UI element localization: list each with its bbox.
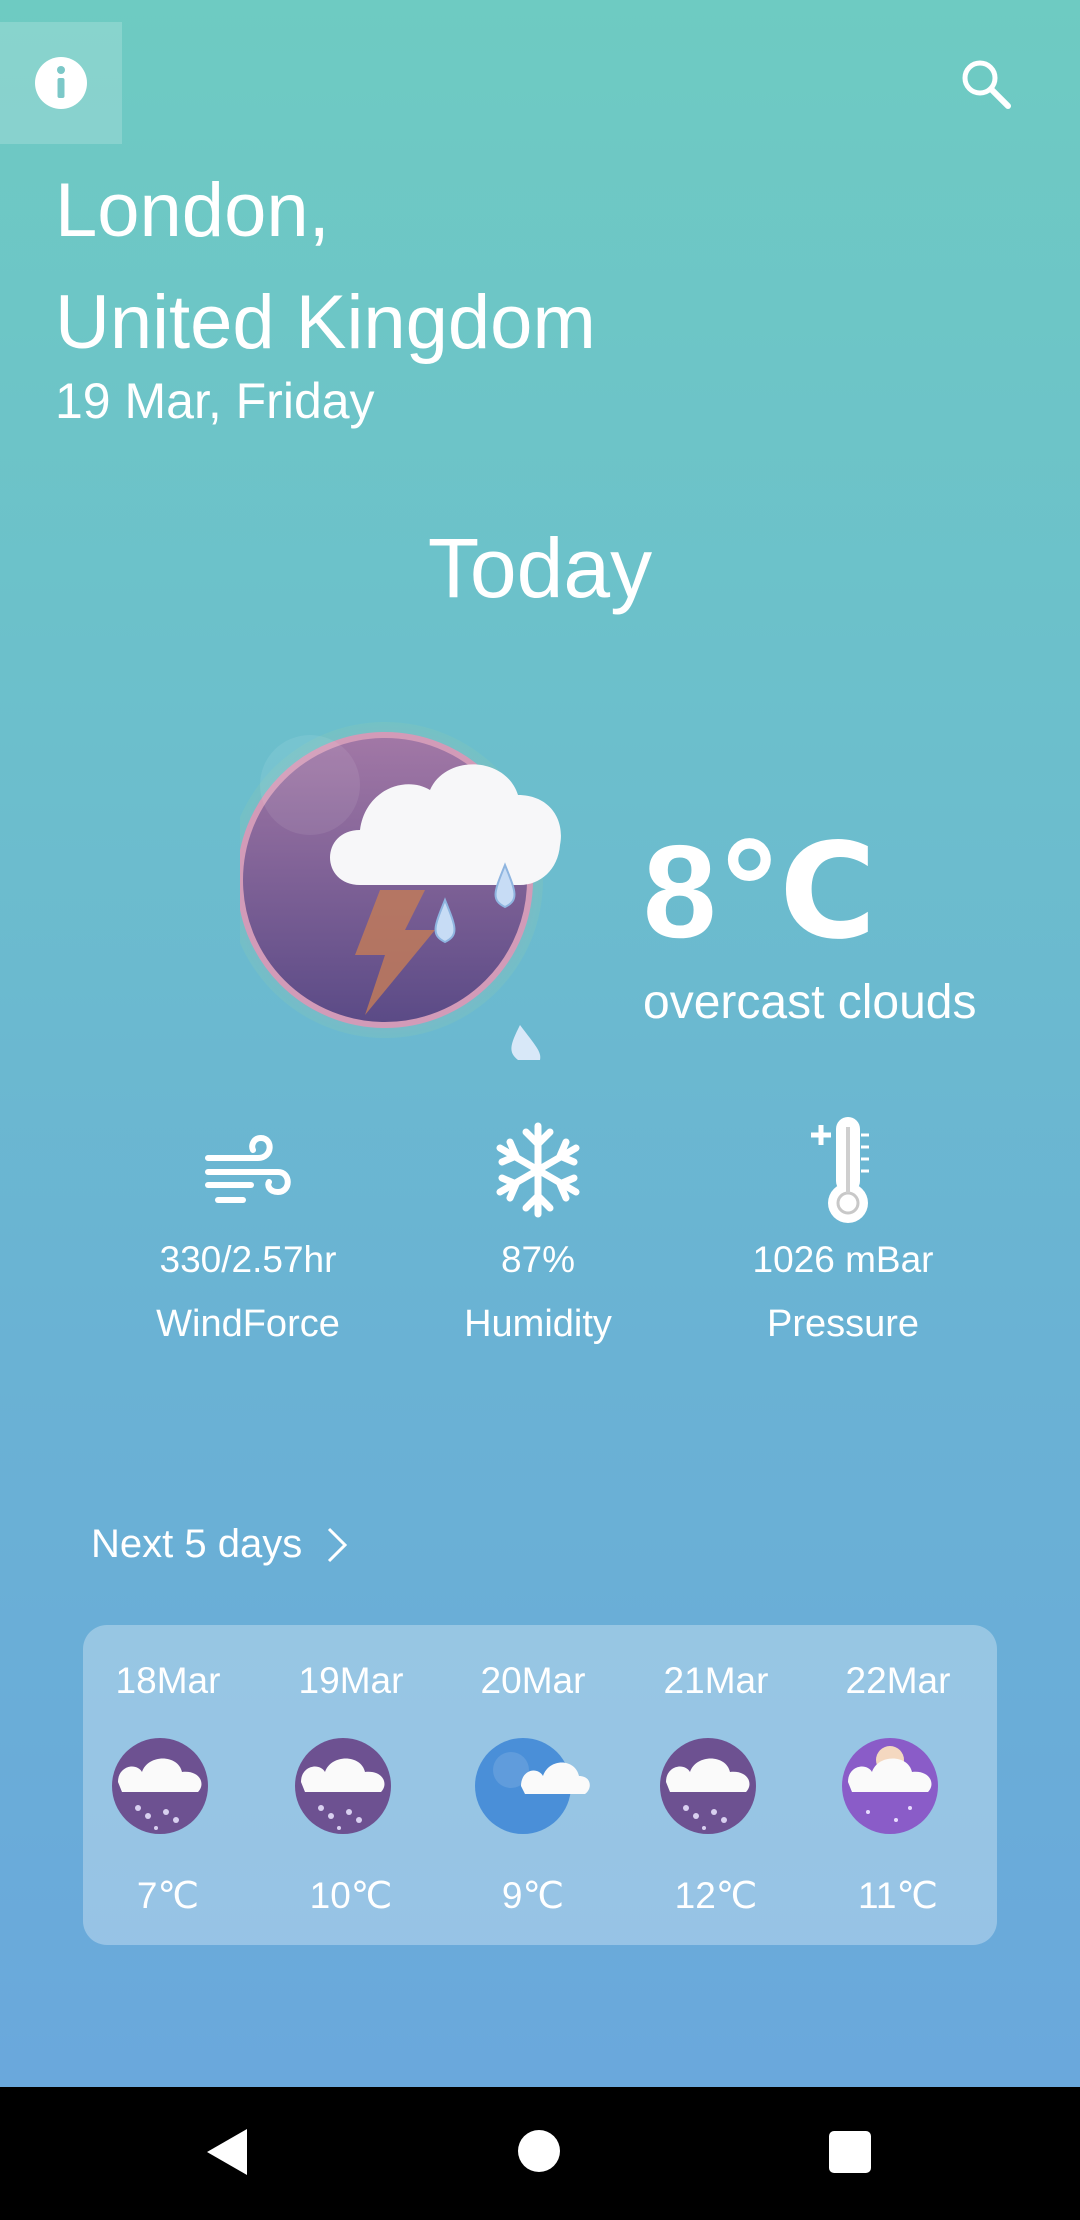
recents-icon[interactable]: [829, 2131, 871, 2173]
windforce-label: WindForce: [156, 1303, 340, 1345]
forecast-date: 20Mar: [480, 1660, 586, 1701]
next-5-days-link[interactable]: Next 5 days: [91, 1522, 348, 1567]
forecast-day[interactable]: 22Mar 11℃: [818, 1625, 978, 1917]
forecast-date: 18Mar: [115, 1660, 221, 1701]
forecast-day[interactable]: 19Mar 10℃: [271, 1625, 431, 1917]
forecast-date: 19Mar: [298, 1660, 404, 1701]
humidity-value: 87%: [500, 1239, 576, 1280]
forecast-temp: 9℃: [501, 1875, 565, 1916]
forecast-panel: 18Mar 7℃ 19Mar 10℃ 20Mar 9℃ 21Mar 12℃ 22…: [83, 1625, 997, 1945]
forecast-temp: 11℃: [858, 1875, 938, 1916]
chevron-right-icon: [328, 1527, 348, 1562]
thermometer-icon: [811, 1117, 869, 1223]
next-5-days-label: Next 5 days: [91, 1522, 303, 1566]
forecast-day[interactable]: 18Mar 7℃: [88, 1625, 248, 1917]
pressure-value: 1026 mBar: [752, 1239, 934, 1280]
forecast-day[interactable]: 20Mar 9℃: [453, 1625, 613, 1917]
thunder-rain-cloud-icon: [227, 680, 580, 1060]
forecast-temp: 7℃: [136, 1875, 200, 1916]
rain-cloud-icon: [660, 1738, 756, 1834]
snowflake-icon: [496, 1122, 580, 1218]
current-temperature: 8℃: [643, 818, 877, 965]
forecast-temp: 10℃: [309, 1875, 393, 1916]
location-city: London,: [55, 168, 330, 253]
search-icon: [962, 60, 1011, 109]
weather-screen: London, United Kingdom 19 Mar, Friday To…: [0, 0, 1080, 2087]
forecast-date: 21Mar: [663, 1660, 769, 1701]
search-button[interactable]: [952, 50, 1020, 118]
rain-cloud-icon: [295, 1738, 391, 1834]
stat-humidity: 87% Humidity: [408, 1115, 668, 1346]
location-country: United Kingdom: [55, 280, 596, 365]
stat-windforce: 330/2.57hr WindForce: [118, 1115, 378, 1346]
today-heading: Today: [427, 521, 653, 615]
info-button[interactable]: [0, 22, 122, 144]
stat-pressure: 1026 mBar Pressure: [713, 1115, 973, 1346]
system-nav-bar: [0, 2087, 1080, 2220]
cloud-icon: [475, 1738, 590, 1834]
info-icon: [35, 57, 87, 109]
forecast-day[interactable]: 21Mar 12℃: [636, 1625, 796, 1917]
back-icon[interactable]: [205, 2127, 249, 2177]
forecast-temp: 12℃: [674, 1875, 758, 1916]
rain-cloud-icon: [112, 1738, 208, 1834]
forecast-date: 22Mar: [845, 1660, 951, 1701]
windforce-value: 330/2.57hr: [159, 1239, 337, 1280]
location-title: London, United Kingdom: [55, 155, 596, 379]
wind-icon: [205, 1134, 291, 1203]
humidity-label: Humidity: [464, 1303, 612, 1345]
current-condition: overcast clouds: [643, 976, 977, 1029]
partly-cloudy-night-icon: [842, 1738, 938, 1834]
pressure-label: Pressure: [766, 1303, 920, 1345]
home-icon[interactable]: [518, 2130, 560, 2172]
current-date: 19 Mar, Friday: [55, 373, 375, 429]
